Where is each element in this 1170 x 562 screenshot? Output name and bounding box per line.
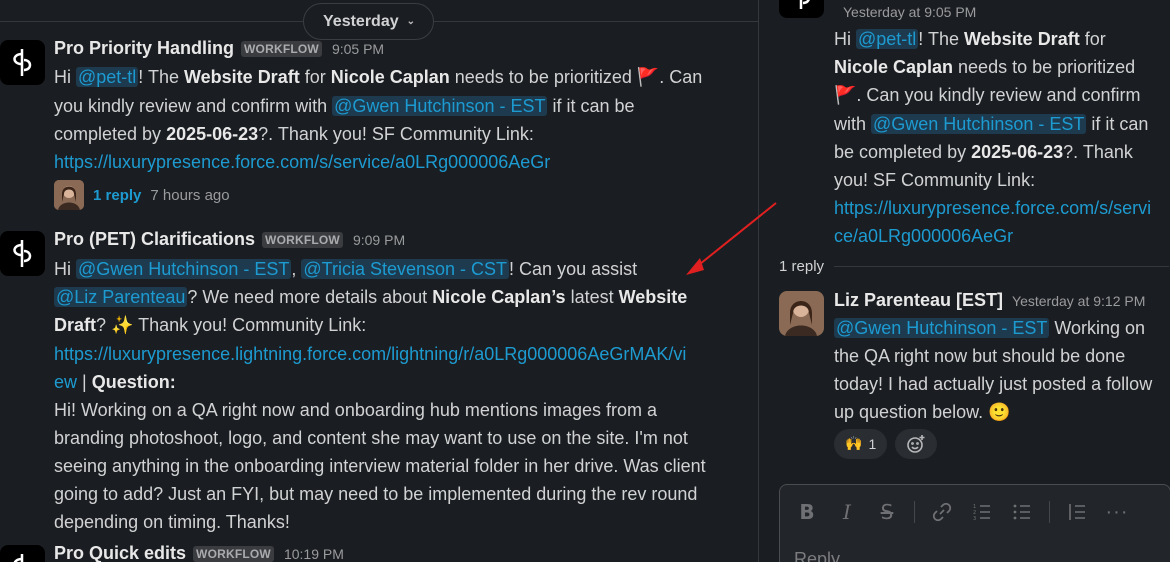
red-flag-icon: 🚩 (834, 85, 857, 106)
workflow-avatar[interactable] (779, 0, 824, 18)
reply-avatar[interactable] (779, 291, 824, 336)
more-icon[interactable]: ··· (1104, 499, 1130, 525)
logo-icon (13, 554, 24, 562)
workflow-avatar[interactable] (0, 231, 45, 276)
sf-community-link[interactable]: https://luxurypresence.force.com/s/servi… (54, 152, 550, 172)
raised-hands-icon: 🙌 (845, 436, 863, 452)
red-flag-icon: 🚩 (636, 67, 660, 88)
mention-gwen-hutchinson[interactable]: @Gwen Hutchinson - EST (332, 96, 548, 116)
workflow-badge: WORKFLOW (262, 231, 343, 248)
date-divider-button[interactable]: Yesterday ⌄ (303, 3, 434, 40)
svg-text:3: 3 (973, 516, 976, 522)
smile-icon: 🙂 (988, 402, 1011, 423)
replies-count-label: 1 reply (779, 258, 825, 275)
reply-time[interactable]: Yesterday at 9:12 PM (1012, 293, 1145, 309)
mention-pet-tl[interactable]: @pet-tl (76, 67, 139, 87)
reply-body: @Gwen Hutchinson - EST Working on the QA… (834, 318, 1153, 423)
last-reply-time: 7 hours ago (150, 186, 230, 204)
message-time[interactable]: 9:09 PM (353, 232, 405, 248)
sender-name[interactable]: Pro Quick edits (54, 543, 186, 562)
workflow-avatar[interactable] (0, 545, 45, 562)
chevron-down-icon: ⌄ (406, 16, 415, 27)
ordered-list-icon[interactable]: 123 (969, 499, 995, 525)
mention-tricia-stevenson[interactable]: @Tricia Stevenson - CST (301, 259, 510, 279)
thread-replies-summary[interactable]: 1 reply 7 hours ago (54, 180, 230, 210)
strikethrough-icon[interactable]: S (874, 499, 900, 525)
bold-icon[interactable]: B (794, 499, 820, 525)
message-time[interactable]: 9:05 PM (332, 41, 384, 57)
workflow-avatar[interactable] (0, 40, 45, 85)
date-divider-line-right (426, 21, 758, 22)
mention-gwen-hutchinson[interactable]: @Gwen Hutchinson - EST (76, 259, 292, 279)
reply-input[interactable]: Reply… (794, 549, 858, 562)
message-body: Hi @Gwen Hutchinson - EST, @Tricia Steve… (54, 259, 706, 532)
thread-pane: Yesterday at 9:05 PM Hi @pet-tl! The Web… (759, 0, 1170, 562)
date-divider-line-left (0, 21, 303, 22)
mention-liz-parenteau[interactable]: @Liz Parenteau (54, 287, 188, 307)
bulleted-list-icon[interactable] (1009, 499, 1035, 525)
sender-name[interactable]: Pro (PET) Clarifications (54, 229, 255, 250)
message-body: Hi @pet-tl! The Website Draft for Nicole… (54, 67, 703, 172)
parent-message-body: Hi @pet-tl! The Website Draft for Nicole… (834, 29, 1152, 246)
logo-icon (13, 49, 32, 76)
reply-header: Liz Parenteau [EST] Yesterday at 9:12 PM (834, 290, 1145, 311)
logo-icon (799, 0, 810, 9)
reaction-raised-hands[interactable]: 🙌 1 (834, 429, 888, 459)
date-divider-label: Yesterday (323, 12, 399, 30)
community-link-cont[interactable]: ew (54, 372, 77, 392)
message-time[interactable]: 10:19 PM (284, 546, 344, 562)
link-icon[interactable] (929, 499, 955, 525)
sf-community-link-cont[interactable]: ce/a0LRg000006AeGr (834, 226, 1013, 246)
replier-avatar (54, 180, 84, 210)
workflow-badge: WORKFLOW (193, 545, 274, 562)
blockquote-icon[interactable] (1064, 499, 1090, 525)
add-reaction-button[interactable] (895, 429, 938, 459)
sf-community-link[interactable]: https://luxurypresence.force.com/s/servi (834, 198, 1151, 218)
mention-gwen-hutchinson[interactable]: @Gwen Hutchinson - EST (871, 114, 1087, 134)
reaction-count: 1 (868, 436, 877, 452)
reply-count-link[interactable]: 1 reply (93, 187, 141, 204)
logo-icon (13, 240, 32, 267)
parent-message-time[interactable]: Yesterday at 9:05 PM (843, 4, 976, 20)
reply-composer[interactable]: B I S 123 ··· Reply… (779, 484, 1170, 562)
reply-sender-name[interactable]: Liz Parenteau [EST] (834, 290, 1003, 311)
mention-gwen-hutchinson[interactable]: @Gwen Hutchinson - EST (834, 318, 1050, 338)
mention-pet-tl[interactable]: @pet-tl (856, 29, 919, 49)
sparkles-icon: ✨ (111, 315, 134, 336)
sender-name[interactable]: Pro Priority Handling (54, 38, 234, 59)
reactions-row: 🙌 1 (834, 429, 938, 459)
community-link[interactable]: https://luxurypresence.lightning.force.c… (54, 344, 686, 364)
replies-separator: 1 reply (779, 258, 1169, 275)
channel-messages: Yesterday ⌄ Pro Priority Handling WORKFL… (0, 0, 758, 562)
formatting-toolbar: B I S 123 ··· (794, 499, 1130, 525)
add-emoji-icon (907, 435, 925, 453)
italic-icon[interactable]: I (834, 499, 860, 525)
workflow-badge: WORKFLOW (241, 40, 322, 57)
